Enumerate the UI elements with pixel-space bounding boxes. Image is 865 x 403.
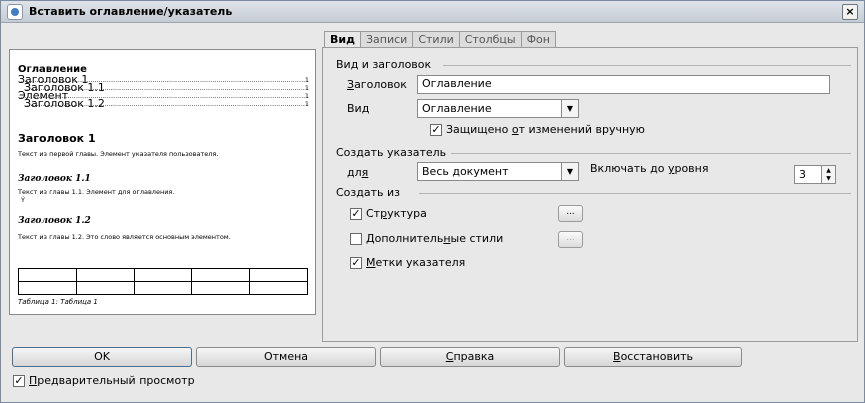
title-bar[interactable]: Вставить оглавление/указатель × xyxy=(1,1,864,23)
spin-down-icon[interactable]: ▼ xyxy=(821,174,835,183)
structure-label: Структура xyxy=(366,207,427,220)
preview-checkbox-label: Предварительный просмотр xyxy=(29,374,195,387)
for-combo-value: Весь документ xyxy=(422,165,509,178)
dialog-window: Вставить оглавление/указатель × Оглавлен… xyxy=(0,0,865,403)
section-divider xyxy=(451,153,851,154)
tab-bar: Вид Записи Стили Столбцы Фон xyxy=(324,31,556,49)
tab-entries[interactable]: Записи xyxy=(359,31,414,48)
preview-heading12: Заголовок 1.2 xyxy=(18,216,91,226)
tab-styles[interactable]: Стили xyxy=(412,31,460,48)
section-divider xyxy=(419,193,851,194)
preview-toc: Заголовок 11 Заголовок 1.11 Элемент1 Заг… xyxy=(18,74,309,109)
preview-checkbox[interactable]: ✓ xyxy=(13,375,25,387)
dialog-title: Вставить оглавление/указатель xyxy=(29,5,233,18)
structure-options-button[interactable]: ... xyxy=(558,205,583,222)
preview-heading11: Заголовок 1.1 xyxy=(18,174,91,184)
add-styles-checkbox[interactable] xyxy=(350,233,362,245)
chevron-down-icon[interactable]: ▼ xyxy=(561,100,578,117)
level-label: Включать до уровня xyxy=(590,162,709,175)
app-icon xyxy=(7,4,23,20)
ok-button[interactable]: OK xyxy=(12,347,192,367)
level-spinner[interactable]: 3 ▲ ▼ xyxy=(794,165,836,184)
from-section-title: Создать из xyxy=(336,186,400,199)
tab-columns[interactable]: Столбцы xyxy=(458,31,522,48)
section-divider xyxy=(443,65,851,66)
add-styles-options-button[interactable]: ... xyxy=(558,231,583,248)
protected-checkbox[interactable]: ✓ xyxy=(430,124,442,136)
for-combo[interactable]: Весь документ ▼ xyxy=(417,162,579,181)
tab-background[interactable]: Фон xyxy=(520,31,556,48)
type-combo[interactable]: Оглавление ▼ xyxy=(417,99,579,118)
add-styles-label: Дополнительные стили xyxy=(366,232,504,245)
cancel-button[interactable]: Отмена xyxy=(196,347,376,367)
structure-checkbox[interactable]: ✓ xyxy=(350,208,362,220)
preview-heading1: Заголовок 1 xyxy=(18,132,96,145)
close-button[interactable]: × xyxy=(842,4,858,20)
create-section-title: Создать указатель xyxy=(336,146,447,159)
preview-caption: Таблица 1: Таблица 1 xyxy=(18,298,98,306)
toc-line: Заголовок 1.21 xyxy=(18,98,309,109)
heading-input[interactable]: Оглавление xyxy=(417,75,830,94)
help-button[interactable]: Справка xyxy=(380,347,560,367)
preview-text1: Текст из первой главы. Элемент указателя… xyxy=(18,150,219,158)
preview-mark: Ý xyxy=(21,196,25,204)
heading-label: Заголовок xyxy=(347,78,407,91)
reset-button[interactable]: Восстановить xyxy=(564,347,742,367)
type-label: Вид xyxy=(347,102,370,115)
level-value: 3 xyxy=(799,168,806,181)
type-section-title: Вид и заголовок xyxy=(336,58,432,71)
protected-label: Защищено от изменений вручную xyxy=(446,123,645,136)
type-combo-value: Оглавление xyxy=(422,102,492,115)
index-marks-label: Метки указателя xyxy=(366,256,466,269)
preview-table xyxy=(18,268,308,295)
tab-panel-type: Вид и заголовок Заголовок Оглавление Вид… xyxy=(322,47,858,342)
chevron-down-icon[interactable]: ▼ xyxy=(561,163,578,180)
preview-text12: Текст из главы 1.2. Это слово является о… xyxy=(18,233,231,241)
for-label: для xyxy=(347,166,369,179)
index-marks-checkbox[interactable]: ✓ xyxy=(350,257,362,269)
preview-pane: Оглавление Заголовок 11 Заголовок 1.11 Э… xyxy=(9,49,316,315)
